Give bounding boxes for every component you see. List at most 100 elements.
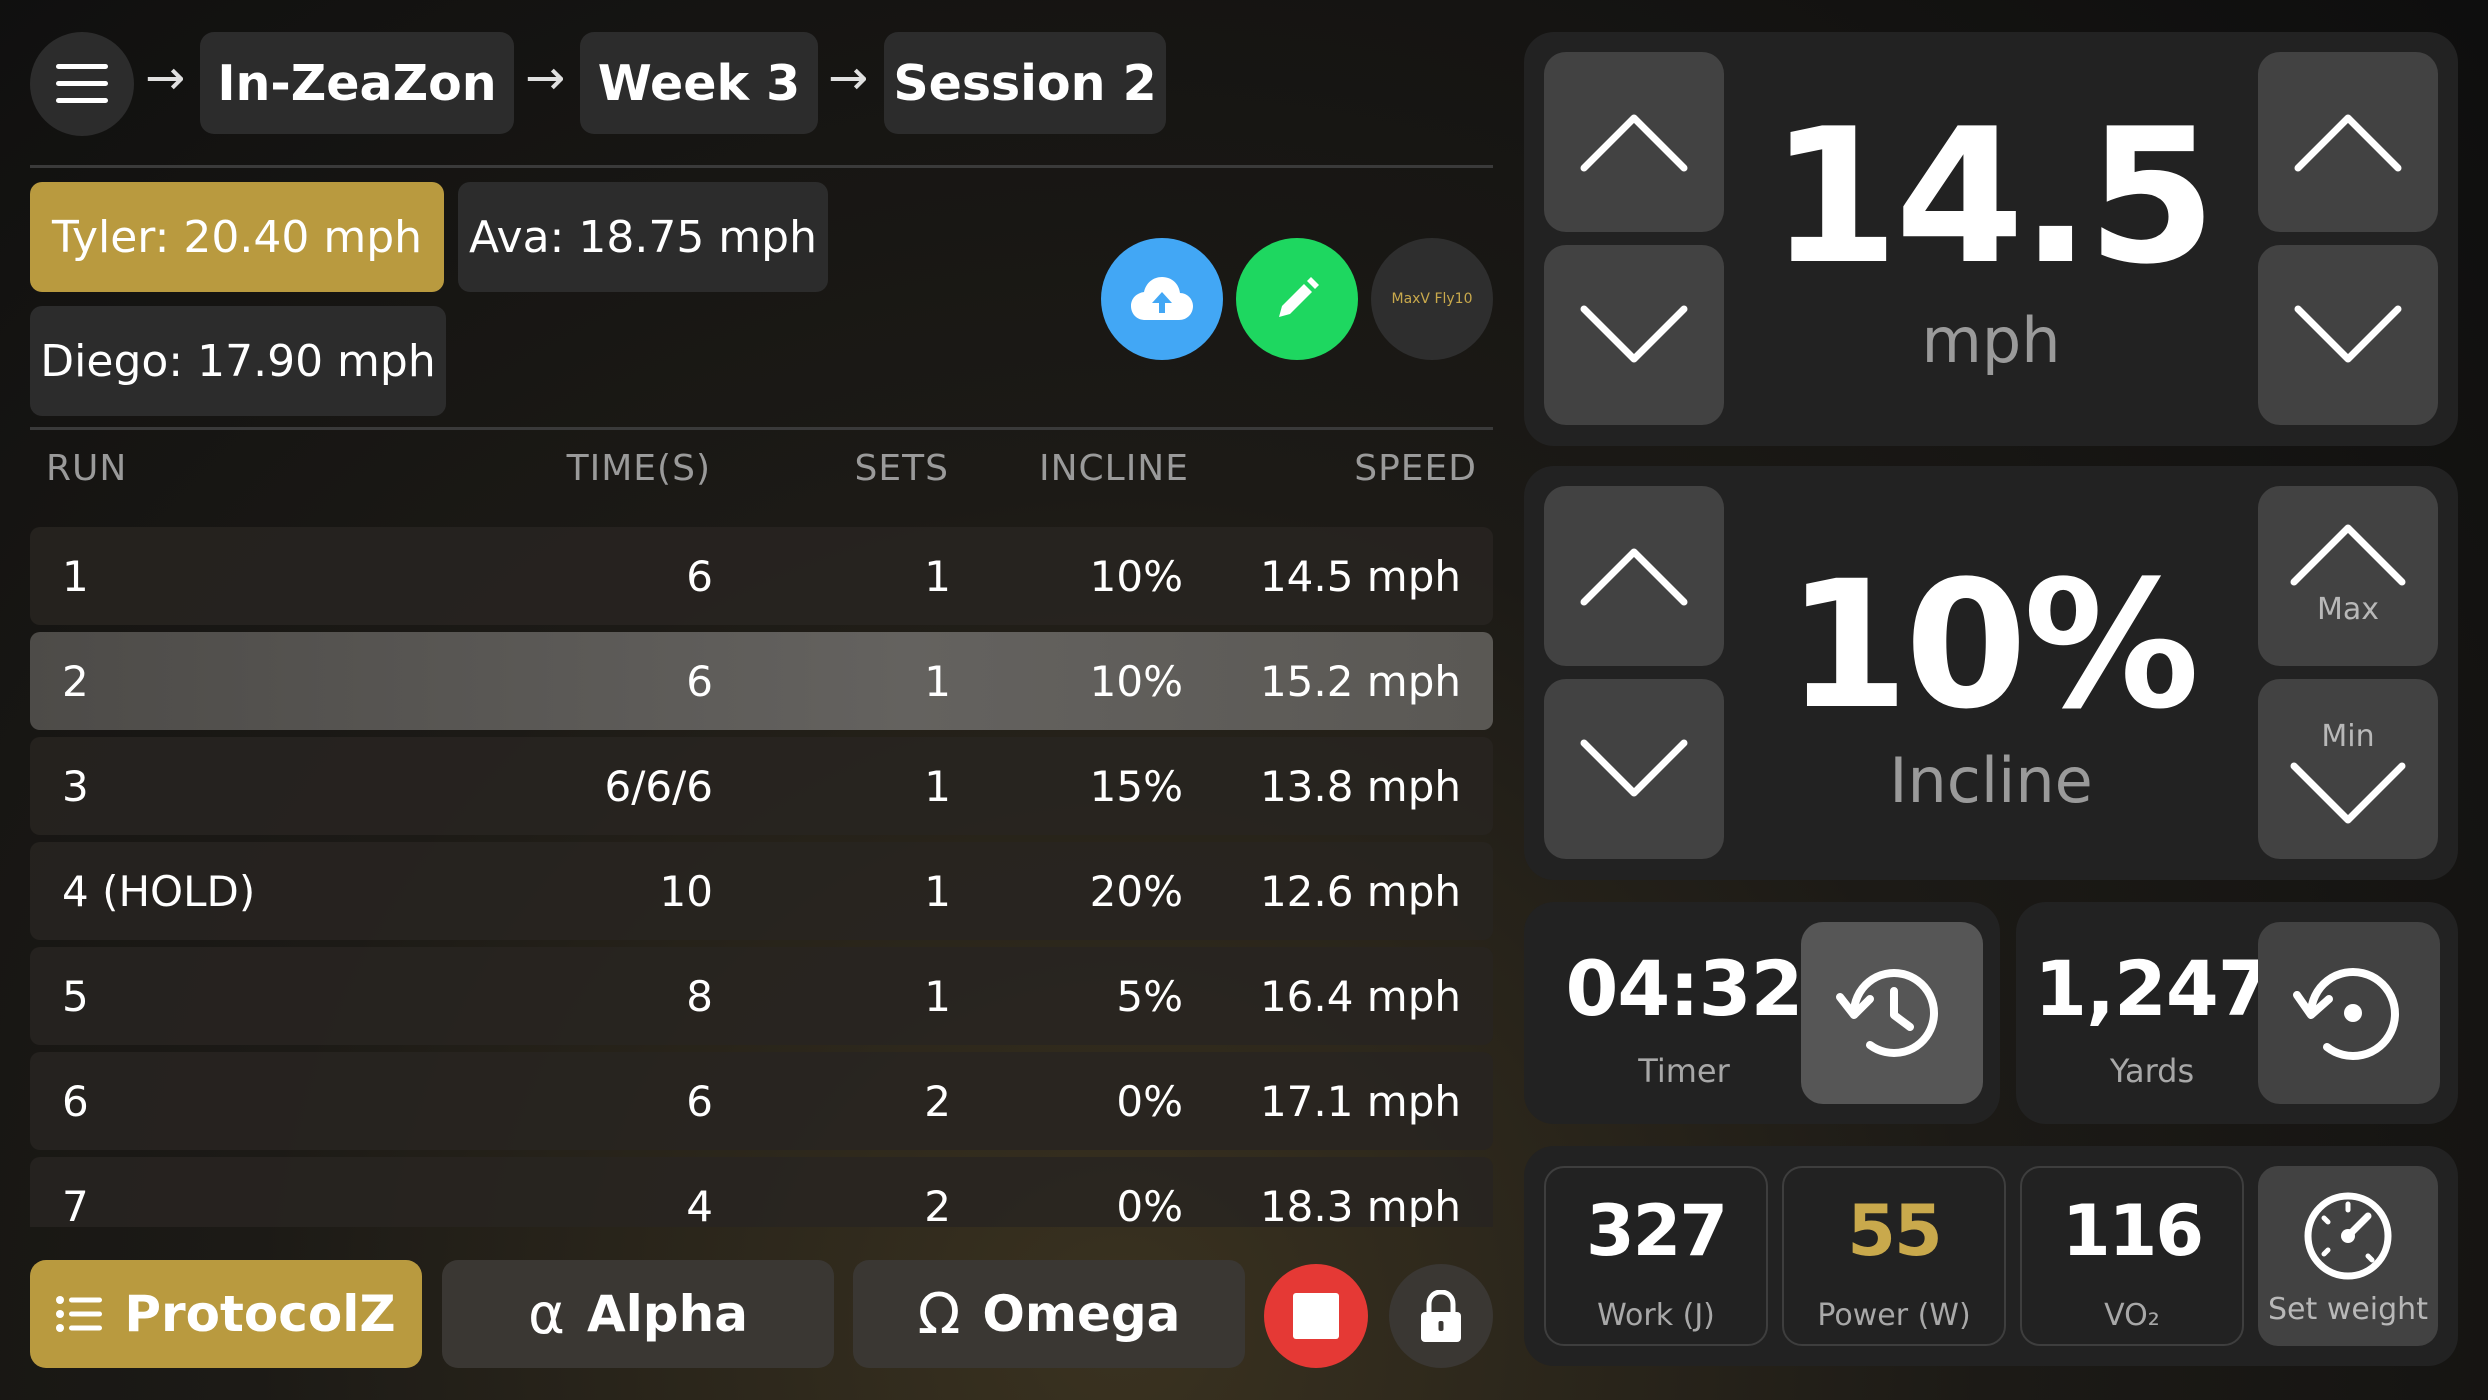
time-cell: 6 (686, 1076, 713, 1126)
list-icon (56, 1296, 103, 1332)
table-row[interactable]: 1 6 1 10% 14.5 mph (30, 527, 1493, 625)
header-incline: INCLINE (1038, 448, 1189, 489)
speed-up-fine-button[interactable] (2258, 52, 2438, 232)
chevron-up-icon (1580, 548, 1688, 606)
run-cell: 4 (HOLD) (62, 866, 256, 916)
run-cell: 6 (62, 1076, 89, 1126)
breadcrumb-arrow-icon: → (525, 50, 566, 106)
run-cell: 7 (62, 1181, 89, 1228)
stop-icon (1293, 1293, 1339, 1339)
breadcrumb-week[interactable]: Week 3 (580, 32, 818, 134)
omega-icon: Ω (917, 1281, 961, 1347)
chevron-up-icon (1580, 114, 1688, 172)
speed-cell: 14.5 mph (1259, 551, 1461, 601)
sets-cell: 1 (924, 866, 951, 916)
table-row[interactable]: 4 (HOLD) 10 1 20% 12.6 mph (30, 842, 1493, 940)
table-row-selected[interactable]: 2 6 1 10% 15.2 mph (30, 632, 1493, 730)
sets-cell: 2 (924, 1076, 951, 1126)
timer-panel: 04:32 Timer (1524, 902, 2000, 1124)
timer-value: 04:32 (1565, 944, 1804, 1033)
yards-label: Yards (2109, 1052, 2195, 1090)
gauge-icon (2304, 1192, 2392, 1280)
history-icon (1836, 969, 1938, 1057)
yards-panel: 1,247 Yards (2016, 902, 2458, 1124)
chevron-down-icon (1580, 305, 1688, 363)
lock-icon (1421, 1290, 1461, 1342)
sets-cell: 2 (924, 1181, 951, 1228)
athlete-chip-diego[interactable]: Diego: 17.90 mph (30, 306, 446, 416)
divider (30, 427, 1493, 430)
incline-value: 10% (1786, 543, 2199, 748)
speed-value: 14.5 (1769, 88, 2217, 305)
incline-panel: 10% Incline Max Min (1524, 466, 2458, 880)
incline-cell: 10% (1089, 656, 1183, 706)
set-weight-label: Set weight (2268, 1292, 2428, 1327)
sets-cell: 1 (924, 551, 951, 601)
cloud-upload-icon (1131, 277, 1193, 320)
yards-value: 1,247 (2034, 944, 2270, 1033)
table-row[interactable]: 7 4 2 0% 18.3 mph (30, 1157, 1493, 1227)
breadcrumb-session[interactable]: Session 2 (884, 32, 1166, 134)
incline-min-button[interactable]: Min (2258, 679, 2438, 859)
incline-up-button[interactable] (1544, 486, 1724, 666)
vo2-label: VO₂ (2104, 1298, 2160, 1333)
power-metric: 55 Power (W) (1782, 1166, 2006, 1346)
run-cell: 2 (62, 656, 89, 706)
yards-reset-button[interactable] (2258, 922, 2440, 1104)
hamburger-menu-icon (56, 64, 108, 103)
menu-button[interactable] (30, 32, 134, 136)
work-label: Work (J) (1597, 1298, 1715, 1333)
reset-icon (2293, 968, 2399, 1060)
incline-cell: 10% (1089, 551, 1183, 601)
alpha-button[interactable]: α Alpha (442, 1260, 834, 1368)
sets-cell: 1 (924, 656, 951, 706)
incline-cell: 20% (1089, 866, 1183, 916)
incline-cell: 15% (1089, 761, 1183, 811)
speed-cell: 15.2 mph (1259, 656, 1461, 706)
table-row[interactable]: 6 6 2 0% 17.1 mph (30, 1052, 1493, 1150)
incline-cell: 0% (1116, 1181, 1183, 1228)
athlete-chip-ava[interactable]: Ava: 18.75 mph (458, 182, 828, 292)
header-speed: SPEED (1354, 448, 1477, 489)
chevron-up-icon (2294, 114, 2402, 172)
protocol-table[interactable]: 1 6 1 10% 14.5 mph 2 6 1 10% 15.2 mph 3 … (30, 527, 1493, 1227)
header-run: RUN (46, 448, 128, 489)
timer-history-button[interactable] (1801, 922, 1983, 1104)
alpha-icon: α (528, 1281, 565, 1347)
time-cell: 6/6/6 (604, 761, 713, 811)
protocolz-button[interactable]: ProtocolZ (30, 1260, 422, 1368)
speed-cell: 12.6 mph (1259, 866, 1461, 916)
set-weight-button[interactable]: Set weight (2258, 1166, 2438, 1346)
incline-down-button[interactable] (1544, 679, 1724, 859)
speed-unit: mph (1921, 304, 2061, 377)
breadcrumb-arrow-icon: → (145, 50, 186, 106)
vo2-value: 116 (2061, 1190, 2204, 1272)
run-cell: 1 (62, 551, 89, 601)
chevron-down-icon (1580, 739, 1688, 797)
power-label: Power (W) (1817, 1298, 1971, 1333)
incline-unit: Incline (1889, 744, 2093, 817)
table-row[interactable]: 3 6/6/6 1 15% 13.8 mph (30, 737, 1493, 835)
incline-max-button[interactable]: Max (2258, 486, 2438, 666)
table-row[interactable]: 5 8 1 5% 16.4 mph (30, 947, 1493, 1045)
speed-up-button[interactable] (1544, 52, 1724, 232)
lock-button[interactable] (1389, 1264, 1493, 1368)
work-metric: 327 Work (J) (1544, 1166, 1768, 1346)
omega-button[interactable]: Ω Omega (853, 1260, 1245, 1368)
athlete-chip-tyler[interactable]: Tyler: 20.40 mph (30, 182, 444, 292)
maxv-logo-button[interactable]: MaxV Fly10 (1371, 238, 1493, 360)
upload-button[interactable] (1101, 238, 1223, 360)
omega-label: Omega (982, 1285, 1181, 1343)
speed-cell: 18.3 mph (1259, 1181, 1461, 1228)
breadcrumb-season[interactable]: In-ZeaZon (200, 32, 514, 134)
time-cell: 4 (686, 1181, 713, 1228)
edit-button[interactable] (1236, 238, 1358, 360)
speed-cell: 16.4 mph (1259, 971, 1461, 1021)
chevron-down-icon (2290, 762, 2406, 824)
speed-down-button[interactable] (1544, 245, 1724, 425)
stop-button[interactable] (1264, 1264, 1368, 1368)
speed-down-fine-button[interactable] (2258, 245, 2438, 425)
header-sets: SETS (854, 448, 949, 489)
header-time: TIME(S) (566, 448, 711, 489)
run-cell: 3 (62, 761, 89, 811)
